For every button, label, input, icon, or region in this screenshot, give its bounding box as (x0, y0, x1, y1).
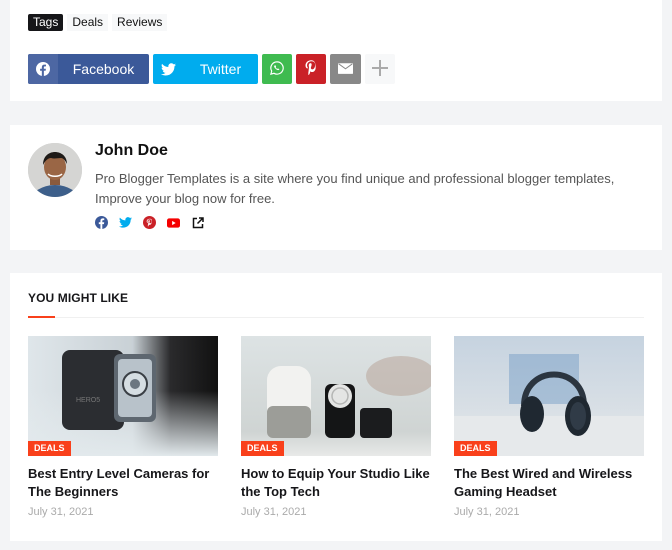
share-facebook-button[interactable]: Facebook (28, 54, 149, 84)
share-buttons: Facebook Twitter (28, 54, 395, 84)
post-date: July 31, 2021 (241, 506, 307, 518)
post-title[interactable]: The Best Wired and Wireless Gaming Heads… (454, 465, 644, 501)
facebook-icon[interactable] (95, 216, 108, 229)
tag-deals[interactable]: Deals (67, 14, 109, 31)
facebook-icon (28, 54, 58, 84)
pinterest-icon (305, 60, 317, 78)
external-link-icon[interactable] (191, 216, 204, 229)
share-email-button[interactable] (330, 54, 361, 84)
post-date: July 31, 2021 (454, 506, 520, 518)
category-badge[interactable]: DEALS (454, 441, 497, 456)
section-accent-bar (28, 316, 55, 318)
svg-text:HERO5: HERO5 (76, 397, 100, 404)
plus-icon (372, 59, 388, 79)
related-post-card: DEALS The Best Wired and Wireless Gaming… (454, 336, 644, 518)
pinterest-icon[interactable] (143, 216, 156, 229)
post-title[interactable]: Best Entry Level Cameras for The Beginne… (28, 465, 218, 501)
post-thumbnail-smart-home[interactable]: DEALS (241, 336, 431, 456)
share-twitter-button[interactable]: Twitter (153, 54, 258, 84)
post-tags: Tags Deals Reviews (28, 14, 168, 31)
twitter-label: Twitter (199, 61, 242, 77)
facebook-label: Facebook (72, 61, 135, 77)
post-date: July 31, 2021 (28, 506, 94, 518)
category-badge[interactable]: DEALS (241, 441, 284, 456)
youtube-icon[interactable] (167, 216, 180, 229)
author-name[interactable]: John Doe (95, 142, 168, 160)
whatsapp-icon (270, 60, 284, 78)
related-post-card: HERO5 DEALS Best Entry Level Cameras for… (28, 336, 218, 518)
twitter-icon[interactable] (119, 216, 132, 229)
section-divider (28, 317, 644, 318)
author-bio: Pro Blogger Templates is a site where yo… (95, 171, 615, 206)
post-thumbnail-camera[interactable]: HERO5 DEALS (28, 336, 218, 456)
email-icon (338, 61, 353, 77)
share-whatsapp-button[interactable] (262, 54, 292, 84)
author-social-links (95, 216, 204, 229)
post-share-section: Tags Deals Reviews Facebook Twitter (10, 0, 662, 101)
share-more-button[interactable] (365, 54, 395, 84)
share-pinterest-button[interactable] (296, 54, 326, 84)
section-title: YOU MIGHT LIKE (28, 291, 129, 305)
related-posts: YOU MIGHT LIKE HERO5 DEALS Best Entry Le… (10, 273, 662, 541)
post-thumbnail-headphones[interactable]: DEALS (454, 336, 644, 456)
tag-reviews[interactable]: Reviews (112, 14, 168, 31)
author-box: John Doe Pro Blogger Templates is a site… (10, 125, 662, 250)
author-avatar[interactable] (28, 143, 82, 197)
twitter-icon (153, 54, 183, 84)
tags-label: Tags (28, 14, 64, 31)
category-badge[interactable]: DEALS (28, 441, 71, 456)
related-post-card: DEALS How to Equip Your Studio Like the … (241, 336, 431, 518)
post-title[interactable]: How to Equip Your Studio Like the Top Te… (241, 465, 431, 501)
